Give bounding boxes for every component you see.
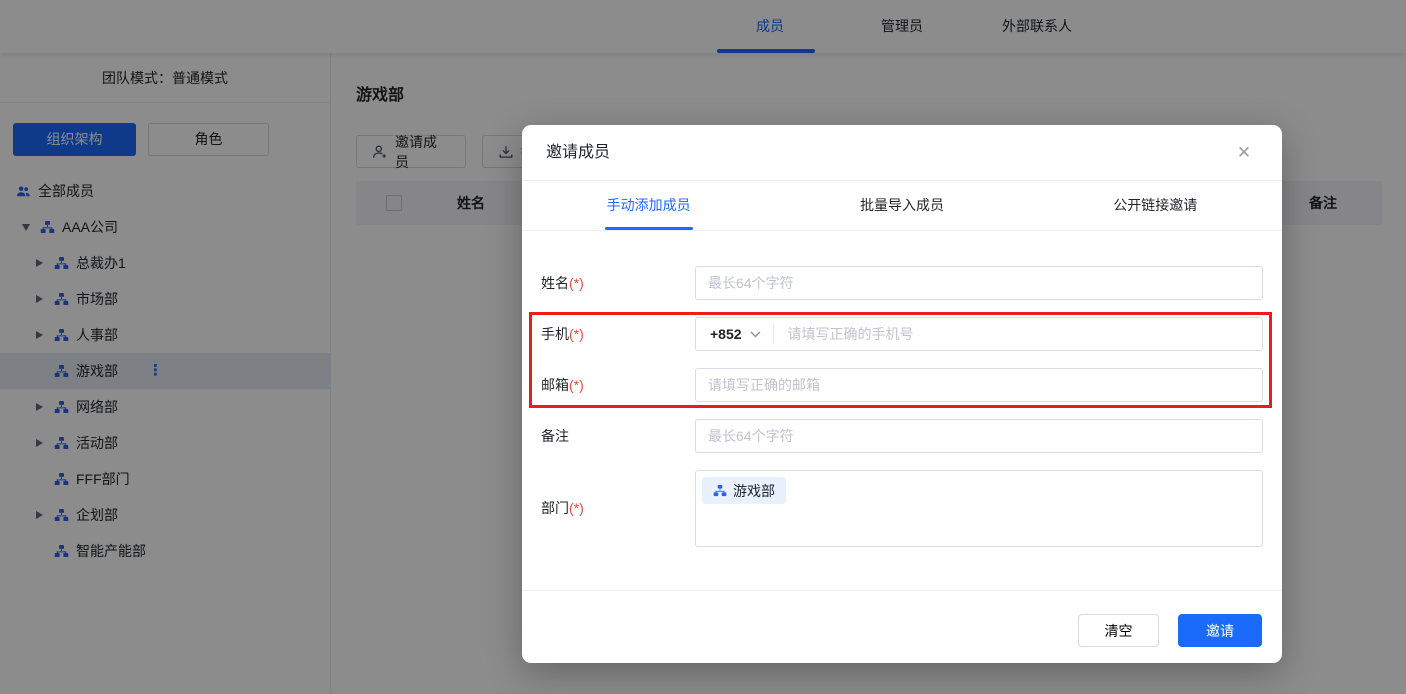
department-tag-label: 游戏部 <box>733 482 775 499</box>
phone-field-label: 手机(*) <box>541 326 584 342</box>
dialog-tabs: 手动添加成员 批量导入成员 公开链接邀请 <box>522 181 1282 231</box>
remark-input[interactable] <box>696 420 1262 452</box>
phone-input[interactable] <box>773 318 1262 350</box>
required-marker: (*) <box>569 326 584 342</box>
dialog-footer: 清空 邀请 <box>522 590 1282 663</box>
country-code-select[interactable]: +852 <box>696 318 773 350</box>
department-field-label: 部门(*) <box>541 500 584 516</box>
chevron-down-icon <box>750 331 761 337</box>
country-code-value: +852 <box>710 326 742 342</box>
department-picker[interactable]: 游戏部 <box>695 470 1263 547</box>
required-marker: (*) <box>569 500 584 516</box>
name-field-label: 姓名(*) <box>541 275 584 291</box>
required-marker: (*) <box>569 275 584 291</box>
email-input-wrapper <box>695 368 1263 402</box>
email-field-label: 邮箱(*) <box>541 377 584 393</box>
tab-manual-add[interactable]: 手动添加成员 <box>522 181 775 230</box>
invite-submit-button[interactable]: 邀请 <box>1178 614 1262 647</box>
phone-input-wrapper: +852 <box>695 317 1263 351</box>
close-icon[interactable]: ✕ <box>1226 125 1262 181</box>
active-tab-underline <box>604 227 693 230</box>
dialog-header: 邀请成员 ✕ <box>522 125 1282 181</box>
dialog-title: 邀请成员 <box>546 144 611 161</box>
clear-button[interactable]: 清空 <box>1078 614 1159 647</box>
remark-input-wrapper <box>695 419 1263 453</box>
tab-public-link[interactable]: 公开链接邀请 <box>1029 181 1282 230</box>
name-input-wrapper <box>695 266 1263 300</box>
remark-field-label: 备注 <box>541 428 569 444</box>
tab-batch-import[interactable]: 批量导入成员 <box>775 181 1028 230</box>
department-tag[interactable]: 游戏部 <box>702 477 786 504</box>
page: 成员 管理员 外部联系人 团队模式：普通模式 组织架构 角色 全部成员 AAA公… <box>0 0 1406 694</box>
required-marker: (*) <box>569 377 584 393</box>
name-input[interactable] <box>696 267 1262 299</box>
email-input[interactable] <box>696 369 1262 401</box>
org-icon <box>713 484 727 496</box>
invite-member-dialog: 邀请成员 ✕ 手动添加成员 批量导入成员 公开链接邀请 姓名(*) 最长64个字… <box>522 125 1282 663</box>
